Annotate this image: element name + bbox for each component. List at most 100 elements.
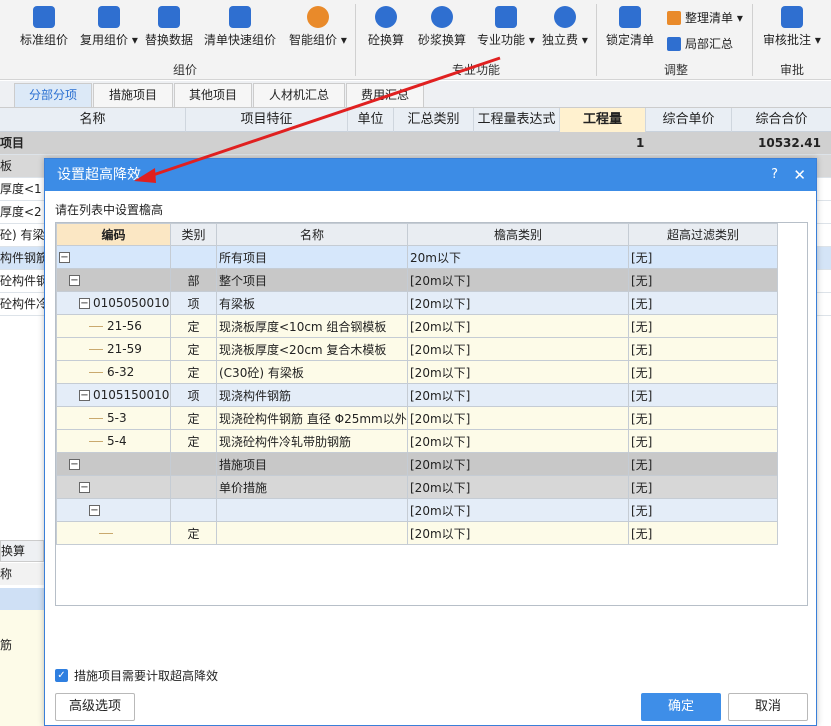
grid-cell-filter-type[interactable]: [无] (628, 268, 778, 292)
ok-button[interactable]: 确定 (641, 693, 721, 721)
collapse-toggle-icon[interactable]: − (59, 252, 70, 263)
col-name[interactable]: 名称 (0, 108, 185, 132)
grid-cell-code[interactable]: 6-32 (56, 360, 171, 384)
collapse-toggle-icon[interactable]: − (69, 275, 80, 286)
mortar-conversion-button[interactable]: 砂浆换算 (418, 6, 466, 48)
grid-cell-code[interactable]: −010515001001 (56, 383, 171, 407)
grid-cell-name[interactable]: 现浇板厚度<20cm 复合木模板 (216, 337, 408, 361)
standard-pricing-button[interactable]: 标准组价 (20, 6, 68, 48)
independent-fee-button[interactable]: 独立费 ▾ (542, 6, 588, 48)
grid-cell-name[interactable]: 措施项目 (216, 452, 408, 476)
collapse-toggle-icon[interactable]: − (79, 298, 90, 309)
grid-cell-name[interactable]: 所有项目 (216, 245, 408, 269)
grid-cell-filter-type[interactable]: [无] (628, 383, 778, 407)
grid-cell-code[interactable]: − (56, 245, 171, 269)
grid-row[interactable]: − 单价措施 [20m以下] [无] (56, 475, 778, 499)
grid-row[interactable]: −010515001001项现浇构件钢筋[20m以下][无] (56, 383, 778, 407)
quick-list-pricing-button[interactable]: 清单快速组价 (204, 6, 276, 48)
tab-labor-material[interactable]: 人材机汇总 (253, 83, 345, 107)
collapse-toggle-icon[interactable]: − (89, 505, 100, 516)
table-row[interactable]: 项目 1 10532.41 (0, 132, 831, 155)
grid-cell-type[interactable]: 定 (170, 337, 217, 361)
review-annotation-button[interactable]: 审核批注 ▾ (763, 6, 821, 48)
grid-cell-type[interactable]: 定 (170, 406, 217, 430)
grid-cell-name[interactable]: 现浇板厚度<10cm 组合钢模板 (216, 314, 408, 338)
grid-cell-filter-type[interactable]: [无] (628, 521, 778, 545)
grid-cell-name[interactable] (216, 521, 408, 545)
grid-cell-eave-type[interactable]: [20m以下] (407, 360, 629, 384)
grid-cell-code[interactable]: 5-4 (56, 429, 171, 453)
col-summary-type[interactable]: 汇总类别 (393, 108, 473, 132)
grid-cell-eave-type[interactable]: [20m以下] (407, 406, 629, 430)
grid-cell-name[interactable]: 整个项目 (216, 268, 408, 292)
grid-cell-eave-type[interactable]: [20m以下] (407, 314, 629, 338)
lock-list-button[interactable]: 锁定清单 (606, 6, 654, 48)
replace-data-button[interactable]: 替换数据 (145, 6, 193, 48)
grid-cell-eave-type[interactable]: [20m以下] (407, 429, 629, 453)
grid-cell-code[interactable]: − (56, 475, 171, 499)
grid-cell-code[interactable]: 21-56 (56, 314, 171, 338)
grid-cell-code[interactable]: 5-3 (56, 406, 171, 430)
grid-cell-code[interactable]: 21-59 (56, 337, 171, 361)
grid-col-code[interactable]: 编码 (56, 223, 171, 246)
grid-cell-type[interactable] (170, 498, 217, 522)
grid-cell-code[interactable]: − (56, 268, 171, 292)
grid-cell-filter-type[interactable]: [无] (628, 291, 778, 315)
grid-cell-type[interactable]: 项 (170, 383, 217, 407)
tab-other[interactable]: 其他项目 (174, 83, 252, 107)
grid-cell-type[interactable]: 定 (170, 314, 217, 338)
grid-cell-filter-type[interactable]: [无] (628, 337, 778, 361)
grid-row[interactable]: 6-32 定 (C30砼) 有梁板 [20m以下] [无] (56, 360, 778, 384)
collapse-toggle-icon[interactable]: − (69, 459, 80, 470)
grid-cell-code[interactable] (56, 521, 171, 545)
grid-cell-type[interactable] (170, 245, 217, 269)
grid-cell-type[interactable] (170, 452, 217, 476)
grid-cell-eave-type[interactable]: [20m以下] (407, 521, 629, 545)
grid-cell-eave-type[interactable]: [20m以下] (407, 383, 629, 407)
grid-cell-filter-type[interactable]: [无] (628, 498, 778, 522)
tab-fee-summary[interactable]: 费用汇总 (346, 83, 424, 107)
tab-sub-items[interactable]: 分部分项 (14, 83, 92, 107)
grid-cell-code[interactable]: −010505001001 (56, 291, 171, 315)
grid-cell-code[interactable]: − (56, 452, 171, 476)
grid-cell-filter-type[interactable]: [无] (628, 429, 778, 453)
grid-cell-name[interactable]: 单价措施 (216, 475, 408, 499)
grid-cell-type[interactable]: 项 (170, 291, 217, 315)
col-features[interactable]: 项目特征 (185, 108, 347, 132)
grid-col-eave-type[interactable]: 檐高类别 (407, 223, 629, 246)
concrete-conversion-button[interactable]: 砼换算 (368, 6, 404, 48)
grid-row[interactable]: 5-3 定现浇砼构件钢筋 直径 Φ25mm以外 [20m以下] [无] (56, 406, 778, 430)
cancel-button[interactable]: 取消 (728, 693, 808, 721)
grid-col-type[interactable]: 类别 (170, 223, 217, 246)
col-quantity[interactable]: 工程量 (559, 108, 645, 132)
measures-checkbox[interactable]: ✓ 措施项目需要计取超高降效 (55, 667, 218, 684)
grid-cell-name[interactable]: 有梁板 (216, 291, 408, 315)
col-total-price[interactable]: 综合合价 (731, 108, 831, 132)
grid-cell-eave-type[interactable]: [20m以下] (407, 452, 629, 476)
grid-cell-name[interactable]: 现浇砼构件冷轧带肋钢筋 (216, 429, 408, 453)
help-icon[interactable]: ? (771, 159, 778, 191)
grid-row[interactable]: − [20m以下] [无] (56, 498, 778, 522)
professional-functions-button[interactable]: 专业功能 ▾ (477, 6, 535, 48)
col-quantity-expression[interactable]: 工程量表达式 (473, 108, 559, 132)
grid-cell-filter-type[interactable]: [无] (628, 452, 778, 476)
grid-cell-eave-type[interactable]: 20m以下 (407, 245, 629, 269)
grid-cell-eave-type[interactable]: [20m以下] (407, 337, 629, 361)
organize-list-button[interactable]: 整理清单 ▾ (667, 9, 743, 26)
grid-cell-filter-type[interactable]: [无] (628, 475, 778, 499)
grid-cell-name[interactable]: 现浇砼构件钢筋 直径 Φ25mm以外 (216, 406, 408, 430)
collapse-toggle-icon[interactable]: − (79, 482, 90, 493)
tab-measures[interactable]: 措施项目 (93, 83, 173, 107)
grid-cell-name[interactable]: 现浇构件钢筋 (216, 383, 408, 407)
bottom-selected-row[interactable] (0, 588, 44, 610)
grid-row[interactable]: −010505001001项有梁板[20m以下][无] (56, 291, 778, 315)
grid-cell-name[interactable]: (C30砼) 有梁板 (216, 360, 408, 384)
partial-summary-button[interactable]: 局部汇总 (667, 35, 733, 52)
grid-cell-eave-type[interactable]: [20m以下] (407, 291, 629, 315)
grid-row[interactable]: − 所有项目 20m以下 [无] (56, 245, 778, 269)
collapse-toggle-icon[interactable]: − (79, 390, 90, 401)
grid-cell-type[interactable]: 定 (170, 429, 217, 453)
grid-row[interactable]: 定 [20m以下] [无] (56, 521, 778, 545)
grid-cell-type[interactable] (170, 475, 217, 499)
close-icon[interactable]: ✕ (793, 159, 806, 191)
